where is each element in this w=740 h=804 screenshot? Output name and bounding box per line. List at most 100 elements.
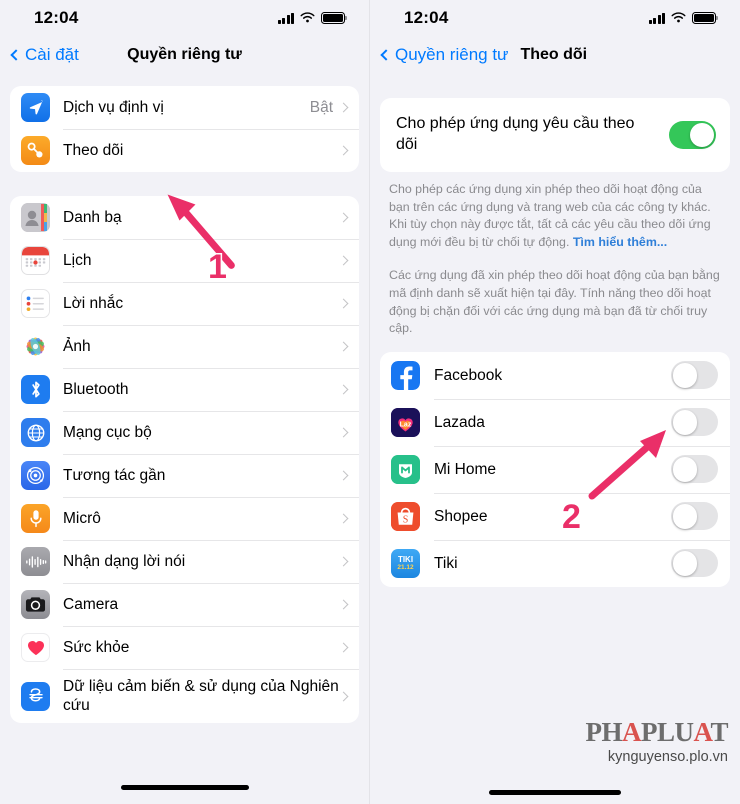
watermark-logo: PHAPLUAT bbox=[585, 716, 728, 747]
left-phone-screen: 12:04 Cài đặt Quyền riêng tư Dịch vụ địn… bbox=[0, 0, 370, 804]
location-services-icon bbox=[21, 93, 50, 122]
app-row-shopee[interactable]: S Shopee bbox=[380, 492, 730, 540]
sidebar-item-label: Lịch bbox=[63, 251, 92, 269]
signal-bars-icon bbox=[277, 12, 294, 24]
sidebar-item-research-sensor-data[interactable]: Dữ liệu cảm biến & sử dụng của Nghiên cứ… bbox=[10, 669, 359, 723]
app-row-mi-home[interactable]: Mi Home bbox=[380, 445, 730, 493]
svg-text:S: S bbox=[403, 514, 409, 525]
app-row-tiki[interactable]: TIKI 21.12 Tiki bbox=[380, 539, 730, 587]
battery-full-icon bbox=[692, 12, 718, 24]
watermark-logo-part-5: T bbox=[710, 716, 728, 747]
nearby-interactions-icon bbox=[21, 461, 50, 490]
app-tracking-toggle-mi-home[interactable] bbox=[671, 455, 718, 484]
toggle-knob bbox=[672, 410, 698, 435]
nav-bar-left: Cài đặt Quyền riêng tư bbox=[0, 36, 369, 74]
chevron-right-icon bbox=[338, 212, 349, 223]
home-indicator-right bbox=[489, 790, 621, 795]
lazada-icon: Laz bbox=[391, 407, 420, 437]
status-icons bbox=[277, 12, 347, 24]
sidebar-item-label: Dịch vụ định vị bbox=[63, 98, 164, 116]
chevron-right-icon bbox=[338, 691, 349, 701]
chevron-right-icon bbox=[338, 513, 349, 524]
chevron-right-icon bbox=[338, 599, 349, 610]
health-icon bbox=[21, 633, 50, 662]
app-tracking-toggle-shopee[interactable] bbox=[671, 502, 718, 531]
microphone-icon bbox=[21, 504, 50, 533]
sidebar-item-tracking[interactable]: Theo dõi bbox=[10, 129, 359, 172]
allow-tracking-group: Cho phép ứng dụng yêu cầu theo dõi bbox=[380, 98, 730, 172]
sidebar-item-label: Nhận dạng lời nói bbox=[63, 552, 186, 570]
tracking-description-2: Các ứng dụng đã xin phép theo dõi hoạt đ… bbox=[389, 268, 720, 336]
battery-full-icon bbox=[321, 12, 347, 24]
nav-bar-right: Quyền riêng tư Theo dõi bbox=[370, 36, 740, 74]
calendar-icon bbox=[21, 246, 50, 275]
step-badge-1: 1 bbox=[207, 247, 229, 288]
app-tracking-toggle-lazada[interactable] bbox=[671, 408, 718, 437]
page-title: Theo dõi bbox=[520, 46, 588, 63]
facebook-icon bbox=[391, 360, 420, 390]
privacy-main-group: Danh bạ Lịch Lời nhắc Ảnh Bluetooth Mạng… bbox=[10, 196, 359, 723]
toggle-knob bbox=[672, 457, 698, 482]
app-tracking-toggle-facebook[interactable] bbox=[671, 361, 718, 390]
sidebar-item-calendar[interactable]: Lịch bbox=[10, 239, 359, 282]
tiki-wordmark: TIKI bbox=[397, 554, 414, 564]
sidebar-item-microphone[interactable]: Micrô bbox=[10, 497, 359, 540]
sidebar-item-location-services[interactable]: Dịch vụ định vị Bật bbox=[10, 86, 359, 129]
sidebar-item-camera[interactable]: Camera bbox=[10, 583, 359, 626]
app-row-facebook[interactable]: Facebook bbox=[380, 352, 730, 399]
home-indicator-left bbox=[120, 785, 249, 790]
watermark: PHAPLUAT kynguyenso.plo.vn bbox=[585, 716, 728, 765]
app-name: Shopee bbox=[434, 507, 488, 525]
tracking-apps-group: Facebook Laz Lazada Mi Home S Shopee TIK… bbox=[380, 351, 730, 587]
sidebar-item-contacts[interactable]: Danh bạ bbox=[10, 196, 359, 239]
allow-tracking-row[interactable]: Cho phép ứng dụng yêu cầu theo dõi bbox=[380, 98, 730, 172]
watermark-logo-part-4: A bbox=[693, 716, 711, 747]
chevron-right-icon bbox=[338, 102, 349, 113]
right-phone-screen: 12:04 Quyền riêng tư Theo dõi Cho phép ứ… bbox=[370, 0, 740, 804]
sidebar-item-bluetooth[interactable]: Bluetooth bbox=[10, 368, 359, 411]
sidebar-item-nearby-interactions[interactable]: Tương tác gần bbox=[10, 454, 359, 497]
watermark-url: kynguyenso.plo.vn bbox=[607, 748, 728, 765]
app-name: Facebook bbox=[434, 366, 503, 384]
privacy-top-group: Dịch vụ định vị Bật Theo dõi bbox=[10, 86, 359, 172]
back-button-privacy[interactable]: Quyền riêng tư bbox=[380, 45, 509, 65]
toggle-knob bbox=[672, 551, 698, 576]
back-button-label: Quyền riêng tư bbox=[395, 45, 509, 64]
tiki-icon: TIKI 21.12 bbox=[391, 548, 420, 578]
status-time: 12:04 bbox=[404, 8, 449, 27]
sidebar-item-photos[interactable]: Ảnh bbox=[10, 325, 359, 368]
chevron-right-icon bbox=[338, 145, 349, 156]
sidebar-item-local-network[interactable]: Mạng cục bộ bbox=[10, 411, 359, 454]
photos-icon bbox=[21, 332, 50, 361]
watermark-logo-part-3: PLU bbox=[640, 716, 694, 747]
back-button-settings[interactable]: Cài đặt bbox=[10, 45, 79, 65]
screenshot-stage: 12:04 Cài đặt Quyền riêng tư Dịch vụ địn… bbox=[0, 0, 740, 804]
tracking-description-1: Cho phép các ứng dụng xin phép theo dõi … bbox=[370, 172, 740, 251]
chevron-right-icon bbox=[338, 298, 349, 309]
toggle-knob bbox=[672, 504, 698, 529]
back-button-label: Cài đặt bbox=[25, 45, 79, 64]
app-row-lazada[interactable]: Laz Lazada bbox=[380, 398, 730, 446]
chevron-right-icon bbox=[338, 255, 349, 266]
sidebar-item-label: Bluetooth bbox=[63, 380, 129, 398]
sidebar-item-reminders[interactable]: Lời nhắc bbox=[10, 282, 359, 325]
chevron-right-icon bbox=[338, 341, 349, 352]
sidebar-item-health[interactable]: Sức khỏe bbox=[10, 626, 359, 669]
tiki-date: 21.12 bbox=[397, 563, 414, 571]
chevron-right-icon bbox=[338, 470, 349, 481]
chevron-right-icon bbox=[338, 384, 349, 395]
learn-more-link[interactable]: Tìm hiểu thêm... bbox=[573, 235, 667, 249]
allow-tracking-label: Cho phép ứng dụng yêu cầu theo dõi bbox=[396, 115, 635, 153]
wifi-icon bbox=[671, 12, 686, 23]
status-icons bbox=[648, 12, 718, 24]
chevron-right-icon bbox=[338, 427, 349, 438]
status-time: 12:04 bbox=[34, 8, 79, 27]
sidebar-item-label: Camera bbox=[63, 595, 119, 613]
app-name: Mi Home bbox=[434, 460, 497, 478]
allow-tracking-toggle[interactable] bbox=[669, 121, 716, 149]
watermark-logo-part-1: PH bbox=[585, 716, 622, 747]
app-tracking-toggle-tiki[interactable] bbox=[671, 549, 718, 578]
speech-recognition-icon bbox=[21, 547, 50, 576]
local-network-icon bbox=[21, 418, 50, 447]
sidebar-item-speech-recognition[interactable]: Nhận dạng lời nói bbox=[10, 540, 359, 583]
